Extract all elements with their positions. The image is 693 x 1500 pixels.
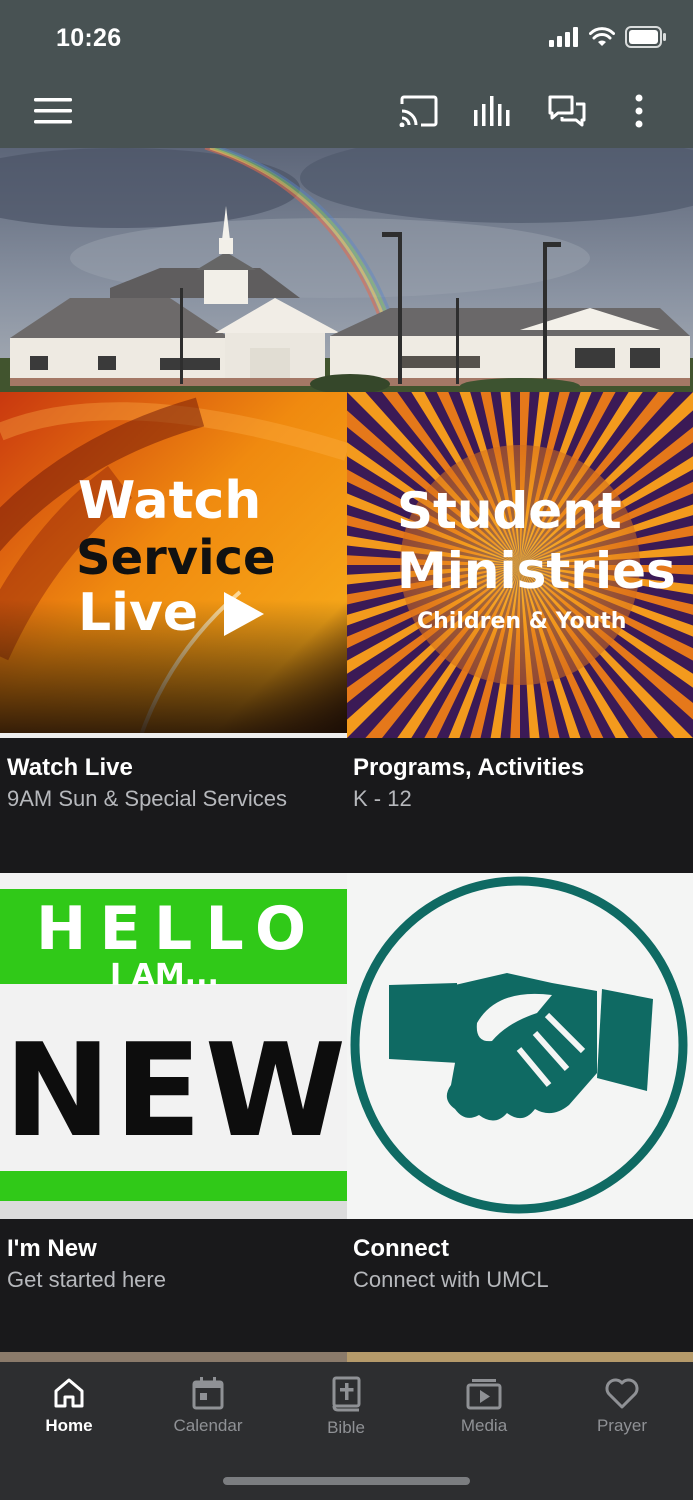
hello-line: HELLO: [36, 894, 306, 964]
handshake-image: [347, 873, 693, 1219]
chat-icon[interactable]: [546, 91, 588, 131]
tile-subtitle: Get started here: [7, 1267, 166, 1292]
watch-live-image: Watch Service Live: [0, 392, 347, 738]
next-card-peek-right[interactable]: [347, 1352, 693, 1362]
more-icon[interactable]: [624, 91, 654, 131]
tab-prayer[interactable]: Prayer: [553, 1376, 691, 1446]
student-ministries-image: Student Ministries Children & Youth: [347, 392, 693, 738]
tab-bible[interactable]: Bible: [277, 1376, 415, 1446]
children-youth-line: Children & Youth: [417, 609, 626, 634]
tile-title: Watch Live: [7, 754, 133, 781]
tab-home-label: Home: [45, 1416, 93, 1435]
tab-media[interactable]: Media: [415, 1376, 553, 1446]
signal-icon: [549, 27, 578, 47]
tab-calendar[interactable]: Calendar: [139, 1376, 277, 1446]
audio-icon[interactable]: [472, 91, 514, 131]
home-icon: [54, 1378, 84, 1408]
app-bar: [0, 75, 693, 148]
heart-icon: [605, 1378, 639, 1409]
menu-icon[interactable]: [33, 91, 73, 131]
cast-icon[interactable]: [398, 91, 440, 131]
tab-prayer-label: Prayer: [596, 1416, 648, 1435]
ministries-line: Ministries: [397, 542, 676, 600]
media-icon: [466, 1379, 502, 1410]
wifi-icon: [589, 27, 615, 46]
im-new-card[interactable]: HELLO I AM... NEW I'm New Get started he…: [0, 873, 347, 1354]
status-icons: [549, 26, 667, 48]
connect-card[interactable]: Connect Connect with UMCL: [347, 873, 693, 1354]
tab-media-label: Media: [460, 1416, 508, 1435]
tab-home[interactable]: Home: [0, 1376, 138, 1446]
live-line: Live: [78, 583, 198, 643]
status-time: 10:26: [56, 24, 122, 52]
tile-subtitle: K - 12: [353, 786, 412, 811]
tile-title: Connect: [353, 1235, 449, 1262]
tab-calendar-label: Calendar: [173, 1416, 243, 1435]
next-card-peek-left[interactable]: [0, 1352, 347, 1362]
bible-icon: [332, 1376, 361, 1412]
i-am-line: I AM...: [110, 958, 219, 993]
calendar-icon: [192, 1377, 224, 1410]
tab-bible-label: Bible: [327, 1418, 365, 1437]
service-line: Service: [76, 530, 276, 586]
tile-subtitle: 9AM Sun & Special Services: [7, 786, 288, 811]
watch-live-card[interactable]: Watch Service Live Watch Live 9AM Sun & …: [0, 392, 347, 873]
new-line: NEW: [4, 1017, 346, 1166]
hello-new-image: HELLO I AM... NEW: [0, 873, 347, 1219]
watch-line: Watch: [78, 471, 261, 531]
tile-subtitle: Connect with UMCL: [353, 1267, 549, 1292]
status-bar: 10:26: [0, 0, 693, 75]
student-line: Student: [397, 482, 622, 540]
tile-title: I'm New: [7, 1235, 97, 1262]
church-hero-image[interactable]: [0, 148, 693, 392]
tile-title: Programs, Activities: [353, 754, 585, 781]
home-indicator: [223, 1477, 470, 1485]
student-ministries-card[interactable]: Student Ministries Children & Youth Prog…: [347, 392, 693, 873]
battery-icon: [625, 26, 666, 48]
